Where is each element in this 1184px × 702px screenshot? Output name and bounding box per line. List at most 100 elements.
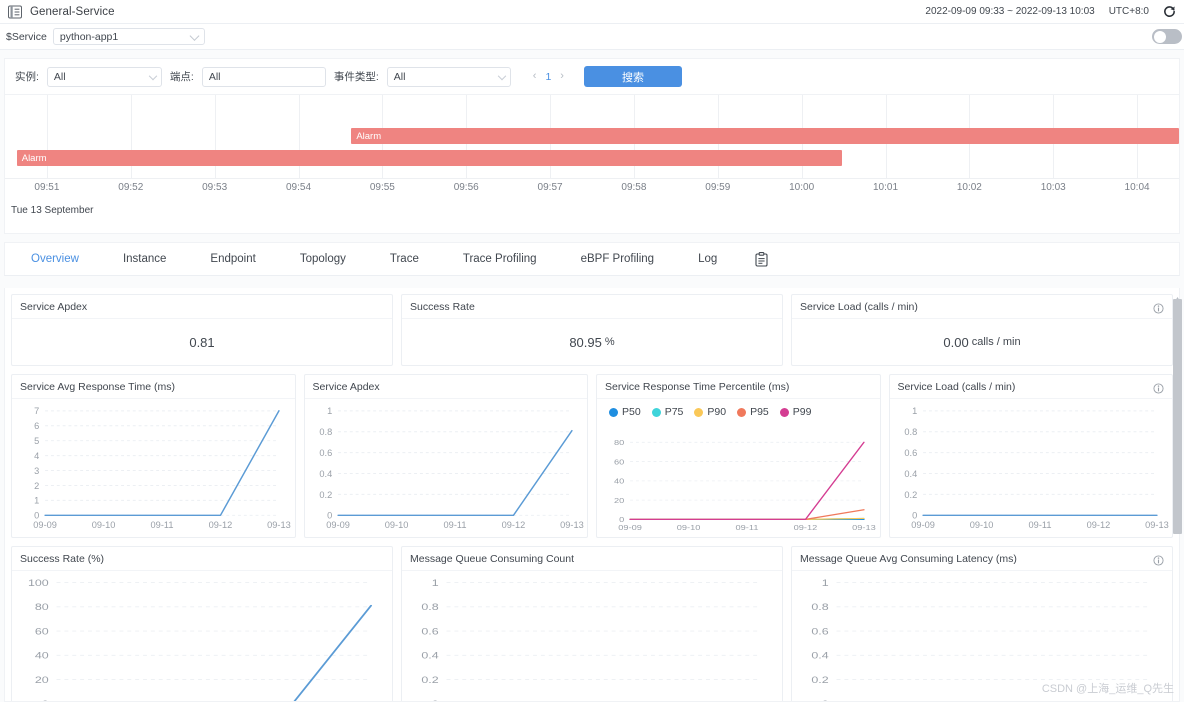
card-body: 80.95% (402, 319, 782, 365)
metric-value: 0.00 calls / min (943, 334, 1021, 350)
tab-log[interactable]: Log (676, 243, 739, 276)
vertical-scrollbar[interactable] (1173, 290, 1182, 702)
chart-canvas[interactable]: 00.20.40.60.8109-0909-1009-1109-1209-13 (402, 571, 782, 701)
card-body: 02040608010009-0909-1009-1109-1209-13 (12, 571, 392, 701)
svg-text:09-12: 09-12 (209, 520, 233, 530)
endpoint-filter-value: All (208, 70, 221, 83)
scroll-up-icon[interactable] (1174, 290, 1181, 302)
clipboard-icon[interactable] (755, 251, 768, 267)
metric-card: Service Load (calls / min) 0.00 calls / mi… (791, 294, 1173, 366)
event-type-filter-label: 事件类型: (333, 71, 379, 83)
line-chart-plot: 00.20.40.60.8109-0909-1009-1109-1209-13 (792, 571, 1172, 701)
tab-endpoint[interactable]: Endpoint (188, 243, 277, 276)
chart-canvas[interactable]: 00.20.40.60.8109-0909-1009-1109-1209-13 (890, 399, 1173, 537)
chart-canvas[interactable]: 02040608010009-0909-1009-1109-1209-13 (12, 571, 392, 701)
chevron-down-icon (189, 30, 200, 41)
chart-card: Service Load (calls / min) 0 0.2 0.4 0.6 0.8 1… (888, 374, 1173, 538)
legend-item[interactable]: P95 (737, 406, 769, 418)
info-icon[interactable] (1153, 381, 1164, 394)
legend-item[interactable]: P90 (694, 406, 726, 418)
timeline-gridline (130, 95, 132, 179)
chart-canvas[interactable]: 0 20 40 60 80 09-09 09-10 09-11 09-12 09-13 (597, 425, 880, 537)
tab-topology[interactable]: Topology (278, 243, 368, 276)
svg-text:0.4: 0.4 (811, 651, 828, 661)
svg-text:09-09: 09-09 (911, 520, 935, 530)
svg-text:0.8: 0.8 (904, 427, 917, 437)
svg-text:60: 60 (614, 457, 625, 466)
tab-trace-profiling[interactable]: Trace Profiling (441, 243, 559, 276)
service-select[interactable]: python-app1 (52, 28, 205, 45)
svg-text:0.2: 0.2 (904, 490, 917, 500)
timeline-tick-label: 09:54 (285, 182, 312, 193)
svg-text:80: 80 (35, 603, 49, 613)
refresh-icon[interactable] (1163, 5, 1176, 18)
chevron-down-icon (497, 71, 507, 80)
card-title: Service Apdex (20, 300, 88, 313)
info-icon[interactable] (1153, 553, 1164, 566)
chevron-right-icon[interactable]: › (560, 71, 564, 82)
events-timeline-chart[interactable]: Alarm Alarm 09:51 09:52 09:53 09:54 09:55 09:5… (4, 94, 1180, 234)
timeline-gridline (46, 95, 48, 179)
instance-filter-select[interactable]: All (46, 66, 162, 87)
svg-text:1: 1 (327, 406, 332, 416)
event-type-filter-select[interactable]: All (386, 66, 511, 87)
timeline-alarm-bar[interactable]: Alarm (16, 150, 843, 166)
metric-value: 0.81 (189, 334, 215, 350)
svg-text:0.4: 0.4 (421, 651, 438, 661)
card-body: 00.20.40.60.8109-0909-1009-1109-1209-13 (792, 571, 1172, 701)
page-title: General-Service (30, 5, 115, 18)
scrollbar-thumb[interactable] (1173, 299, 1182, 534)
timeline-tick-label: 09:57 (537, 182, 563, 193)
card-body: 00.20.40.60.8109-0909-1009-1109-1209-13 (890, 399, 1173, 537)
tab-trace[interactable]: Trace (368, 243, 441, 276)
time-range-picker[interactable]: 2022-09-09 09:33 ~ 2022-09-13 10:03 (925, 6, 1094, 17)
menu-list-icon[interactable] (8, 5, 22, 19)
timeline-day-label: Tue 13 September (11, 205, 94, 216)
svg-text:09-13: 09-13 (267, 520, 291, 530)
edit-mode-toggle[interactable] (1152, 29, 1182, 44)
chart-card: Service Response Time Percentile (ms) P50… (596, 374, 881, 538)
legend-label: P90 (707, 406, 727, 418)
chart-canvas[interactable]: 00.20.40.60.8109-0909-1009-1109-1209-13 (305, 399, 588, 537)
chart-title: Service Apdex (312, 380, 380, 393)
instance-filter-value: All (53, 70, 66, 83)
page-number[interactable]: 1 (545, 71, 551, 83)
chevron-left-icon[interactable]: ‹ (533, 71, 537, 82)
tab-instance[interactable]: Instance (101, 243, 188, 276)
line-chart-plot: 0 20 40 60 80 09-09 09-10 09-11 09-12 09-13 (597, 425, 880, 537)
svg-text:09-13: 09-13 (1145, 520, 1169, 530)
chart-canvas[interactable]: 0 1 2 3 4 5 6 7 09-09 09-10 09-11 09-12 09-13 (12, 399, 295, 537)
chart-canvas[interactable]: 00.20.40.60.8109-0909-1009-1109-1209-13 (792, 571, 1172, 701)
endpoint-filter-label: 端点: (169, 71, 194, 83)
line-chart-plot: 02040608010009-0909-1009-1109-1209-13 (12, 571, 392, 701)
svg-text:09-12: 09-12 (794, 523, 818, 532)
chart-title: Service Load (calls / min) (897, 380, 1016, 393)
legend-item[interactable]: P50 (609, 406, 641, 418)
svg-text:09-09: 09-09 (33, 520, 57, 530)
tab-overview[interactable]: Overview (19, 243, 101, 276)
timeline-gridline (298, 95, 300, 179)
search-button[interactable]: 搜索 (583, 66, 682, 87)
svg-text:100: 100 (28, 578, 49, 588)
chart-card: Message Queue Avg Consuming Latency (ms)… (791, 546, 1173, 701)
card-header: Service Apdex (304, 375, 587, 399)
apm-dashboard-page: General-Service 2022-09-09 09:33 ~ 2022-… (0, 0, 1184, 702)
timeline-tick-label: 09:52 (118, 182, 144, 193)
svg-text:1: 1 (432, 578, 439, 588)
svg-text:0.2: 0.2 (811, 675, 828, 685)
endpoint-filter-input[interactable]: All (201, 66, 326, 87)
metrics-row: Service Apdex 0.81 Success Rate 80.95% Servi… (11, 294, 1173, 366)
legend-item[interactable]: P99 (779, 406, 811, 418)
info-icon[interactable] (1153, 301, 1164, 314)
timeline-tick-label: 09:53 (202, 182, 228, 193)
timeline-axis: 09:51 09:52 09:53 09:54 09:55 09:56 09:57 09:58… (5, 179, 1179, 201)
line-chart-plot: 00.20.40.60.8109-0909-1009-1109-1209-13 (402, 571, 782, 701)
chart-card: Message Queue Consuming Count00.20.40.60… (401, 546, 783, 701)
legend-label: P95 (750, 406, 769, 418)
svg-text:09-12: 09-12 (501, 520, 525, 530)
tab-ebpf-profiling[interactable]: eBPF Profiling (559, 243, 677, 276)
timeline-alarm-bar[interactable]: Alarm (351, 128, 1179, 144)
dashboard-body: Service Apdex 0.81 Success Rate 80.95% Servi… (4, 288, 1180, 702)
legend-item[interactable]: P75 (651, 406, 683, 418)
svg-text:20: 20 (35, 675, 49, 685)
